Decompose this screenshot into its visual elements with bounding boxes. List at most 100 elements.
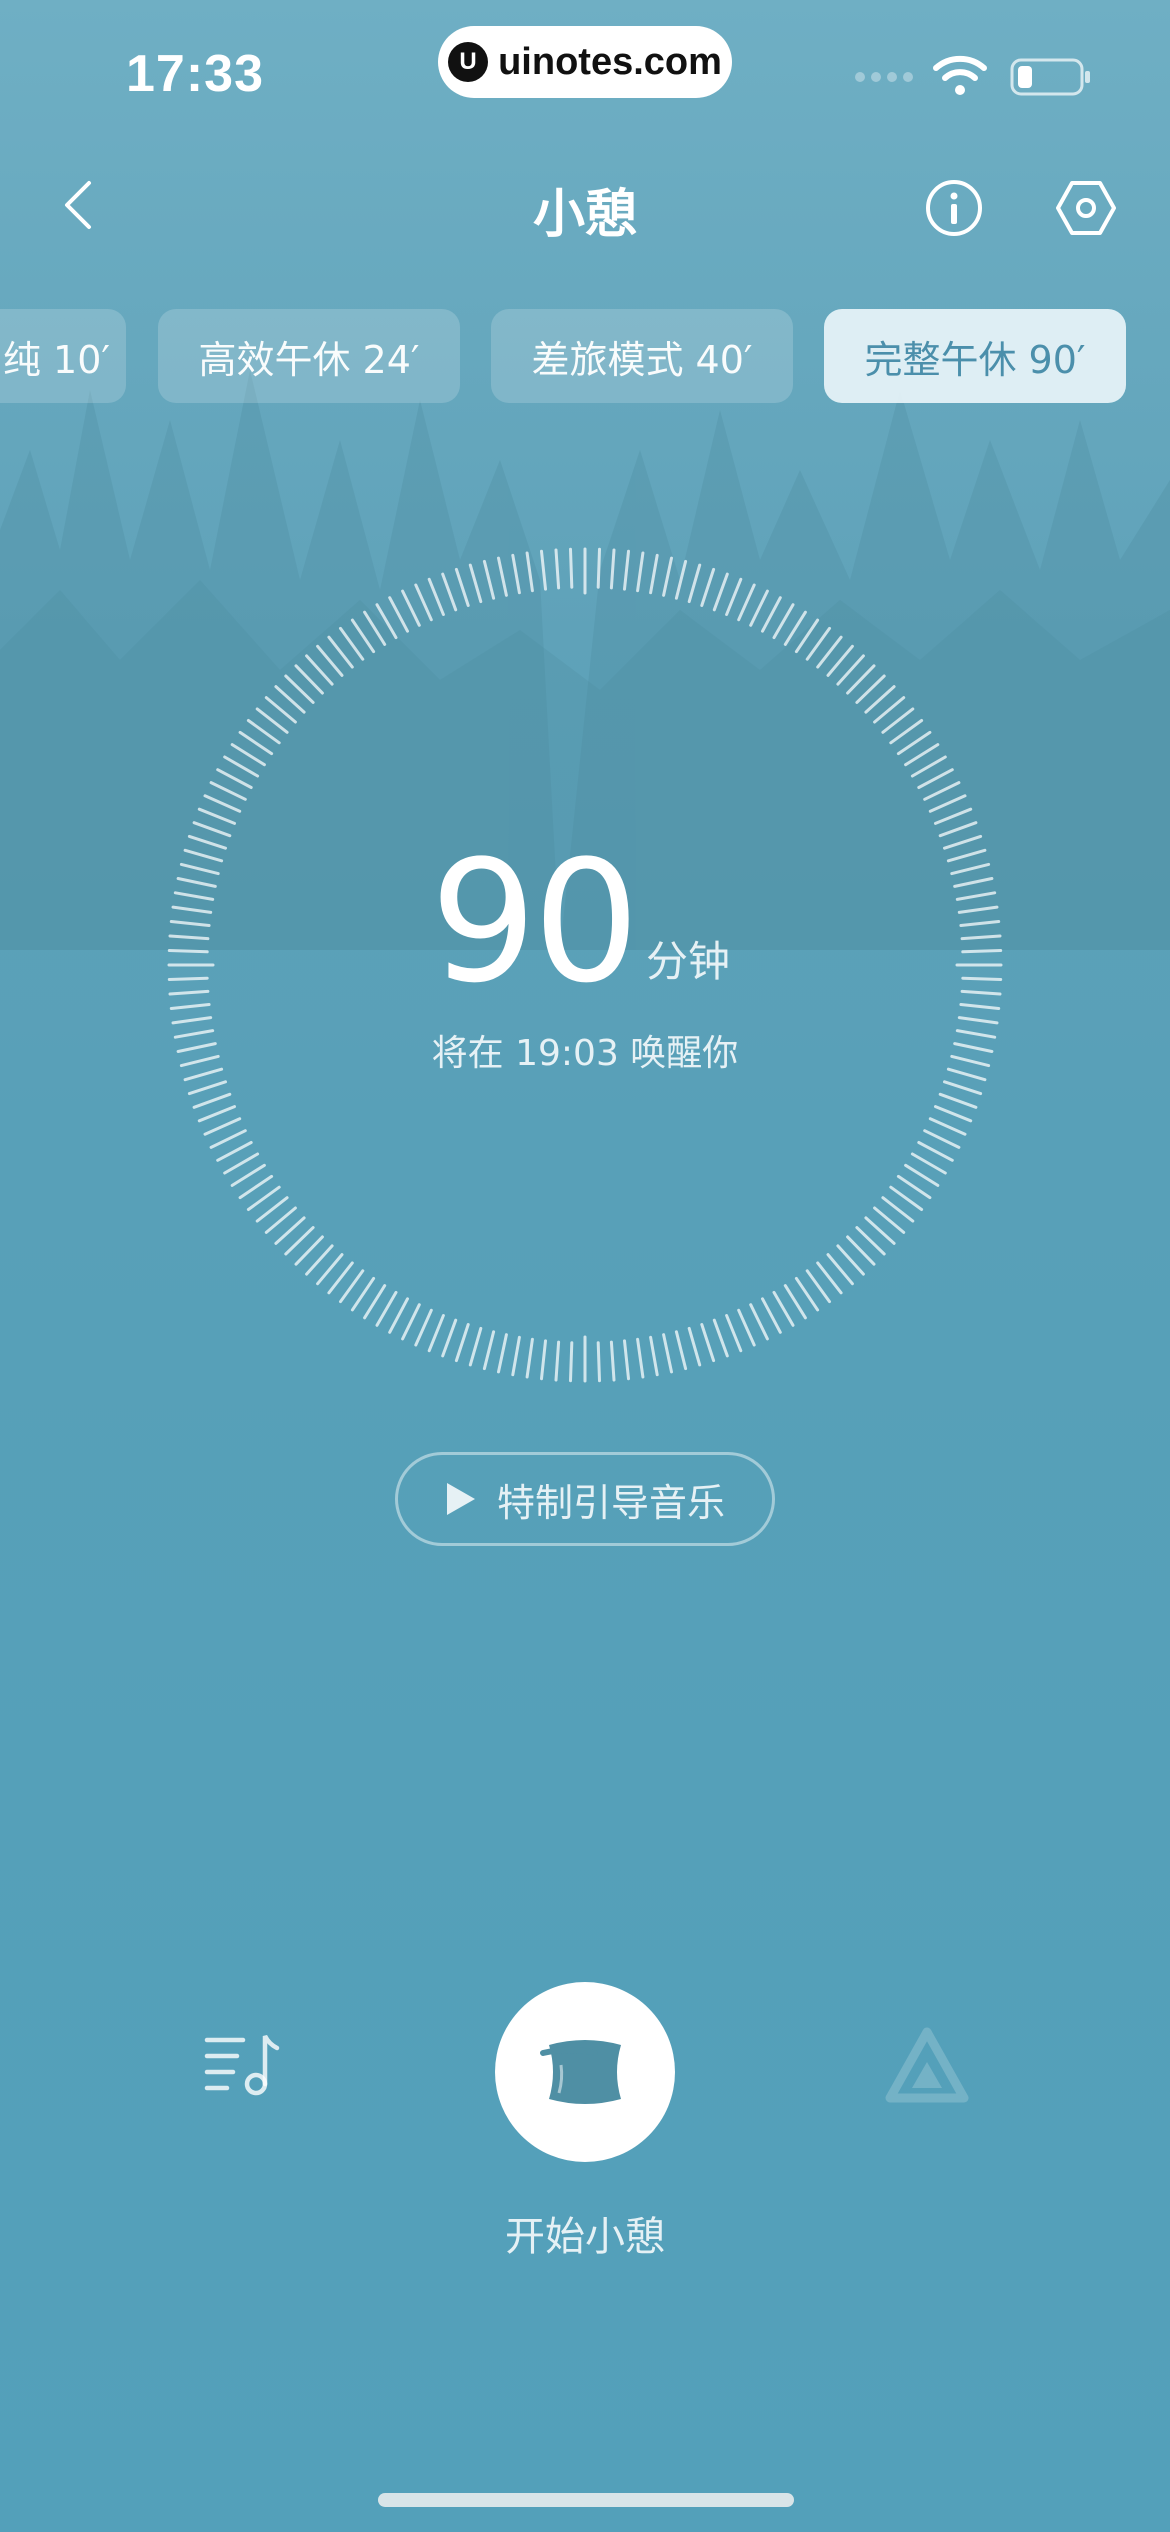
triangle-alert-icon bbox=[885, 2027, 969, 2103]
dial-tick bbox=[928, 1117, 967, 1136]
dial-tick bbox=[904, 743, 940, 767]
dial-tick bbox=[401, 1303, 421, 1341]
dial-tick bbox=[230, 1163, 266, 1187]
dial-tick bbox=[375, 1290, 398, 1327]
dial-tick bbox=[636, 1337, 645, 1379]
minutes-value: 90 bbox=[430, 824, 640, 1020]
dial-tick bbox=[737, 583, 756, 622]
dial-tick bbox=[923, 781, 961, 801]
dial-tick bbox=[955, 891, 997, 901]
pillow-icon bbox=[540, 2040, 621, 2104]
dial-tick bbox=[959, 920, 1001, 927]
dial-tick bbox=[649, 1335, 659, 1377]
dial-tick bbox=[923, 1129, 961, 1149]
wake-time-text: 将在 19:03 唤醒你 bbox=[431, 1033, 739, 1074]
dial-tick bbox=[363, 1284, 387, 1320]
dial-tick bbox=[737, 1308, 756, 1347]
dial-tick bbox=[540, 549, 547, 591]
dial-tick bbox=[540, 1339, 547, 1381]
watermark-badge: U uinotes.com bbox=[438, 26, 732, 98]
dial-tick bbox=[223, 1152, 260, 1175]
start-nap-label: 开始小憩 bbox=[505, 2214, 665, 2260]
dial-tick bbox=[946, 1067, 987, 1082]
dial-tick bbox=[910, 1152, 947, 1175]
mode-chip-40[interactable]: 差旅模式 40′ bbox=[491, 309, 793, 403]
dial-tick bbox=[183, 848, 224, 863]
dial-tick bbox=[957, 905, 999, 914]
dial-tick bbox=[960, 989, 1002, 996]
dial-tick bbox=[687, 1326, 702, 1367]
info-button[interactable] bbox=[924, 178, 984, 238]
mode-chip-90[interactable]: 完整午休 90′ bbox=[824, 309, 1126, 403]
dial-tick bbox=[192, 821, 232, 838]
dial-tick bbox=[197, 1105, 236, 1123]
mode-chip-10[interactable]: 纯 10′ bbox=[0, 309, 126, 403]
dial-tick bbox=[910, 755, 947, 778]
dial-tick bbox=[375, 603, 398, 640]
dial-tick bbox=[953, 877, 994, 888]
dial-tick bbox=[725, 577, 743, 616]
dial-tick bbox=[203, 794, 242, 813]
dial-tick bbox=[468, 1326, 483, 1367]
dial-tick bbox=[783, 610, 807, 646]
dial-tick bbox=[687, 563, 702, 604]
dial-tick bbox=[662, 1333, 673, 1374]
dial-tick bbox=[554, 548, 561, 590]
dial-tick bbox=[223, 755, 260, 778]
dial-tick bbox=[623, 549, 630, 591]
dial-tick bbox=[169, 1003, 211, 1010]
dial-tick bbox=[173, 1029, 215, 1039]
dial-tick bbox=[772, 603, 795, 640]
dial-tick bbox=[959, 1003, 1001, 1010]
dial-tick bbox=[363, 610, 387, 646]
dial-tick bbox=[950, 1054, 991, 1068]
playlist-music-icon bbox=[204, 2034, 280, 2096]
guide-music-button[interactable]: 特制引导音乐 bbox=[395, 1452, 775, 1546]
mode-chip-24[interactable]: 高效午休 24′ bbox=[158, 309, 460, 403]
dial-tick bbox=[609, 1340, 616, 1382]
dial-tick bbox=[216, 768, 253, 789]
dial-tick bbox=[388, 596, 409, 633]
dial-tick bbox=[712, 572, 729, 612]
wifi-icon bbox=[933, 55, 987, 95]
dial-tick bbox=[216, 1141, 253, 1162]
dial-tick bbox=[497, 1333, 508, 1374]
back-button[interactable] bbox=[48, 170, 108, 240]
dial-tick bbox=[961, 949, 1003, 954]
chevron-left-icon bbox=[65, 181, 91, 229]
playlist-button[interactable] bbox=[203, 2026, 283, 2106]
page-title: 小憩 bbox=[532, 185, 637, 245]
dial-tick bbox=[957, 1016, 999, 1025]
dial-tick bbox=[203, 1117, 242, 1136]
alarm-sound-button[interactable] bbox=[884, 2026, 970, 2106]
dial-tick bbox=[904, 1163, 940, 1187]
dial-tick bbox=[401, 589, 421, 627]
dial-tick bbox=[168, 989, 210, 996]
dial-tick bbox=[468, 563, 483, 604]
home-indicator bbox=[378, 2493, 794, 2507]
dial-tick bbox=[917, 768, 954, 789]
start-nap-button[interactable] bbox=[495, 1982, 675, 2162]
dial-tick bbox=[179, 1054, 220, 1068]
dial-tick bbox=[179, 862, 220, 876]
dial-tick bbox=[169, 920, 211, 927]
dial-tick bbox=[209, 781, 247, 801]
dial-tick bbox=[497, 556, 508, 597]
dial-tick bbox=[700, 567, 716, 607]
battery-icon bbox=[1010, 58, 1090, 96]
status-time: 17:33 bbox=[126, 45, 264, 103]
dial-tick bbox=[934, 1105, 973, 1123]
cellular-signal-icon bbox=[855, 72, 913, 82]
settings-button[interactable] bbox=[1056, 178, 1116, 238]
dial-tick bbox=[569, 547, 574, 589]
dial-tick bbox=[187, 1080, 227, 1096]
watermark-logo: U bbox=[448, 42, 489, 82]
dial-tick bbox=[569, 1341, 574, 1383]
dial-tick bbox=[749, 589, 769, 627]
dial-tick bbox=[946, 848, 987, 863]
dial-tick bbox=[427, 577, 445, 616]
dial-tick bbox=[414, 583, 433, 622]
dial-tick bbox=[674, 1330, 688, 1371]
dial-tick bbox=[171, 1016, 213, 1025]
dial-tick bbox=[441, 1318, 458, 1358]
